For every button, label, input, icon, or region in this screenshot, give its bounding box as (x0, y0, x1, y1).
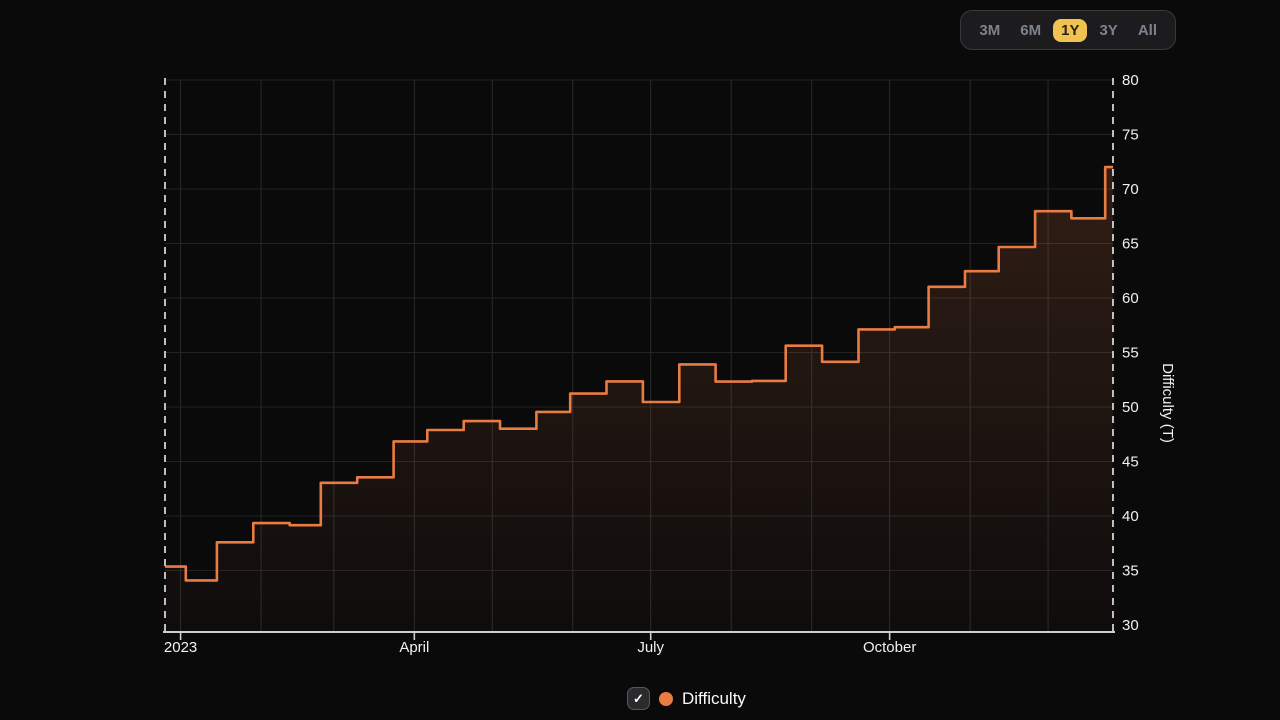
y-axis-label: 30 (1122, 617, 1139, 634)
x-axis-label: October (863, 639, 916, 656)
x-axis-label: 2023 (164, 639, 197, 656)
y-axis-label: 80 (1122, 72, 1139, 89)
checkmark-icon: ✓ (633, 692, 644, 705)
y-axis-label: 35 (1122, 563, 1139, 580)
legend-series-label[interactable]: Difficulty (682, 689, 746, 709)
y-axis-label: 50 (1122, 399, 1139, 416)
y-axis-label: 40 (1122, 508, 1139, 525)
y-axis-label: 75 (1122, 127, 1139, 144)
x-axis-label: July (637, 639, 664, 656)
y-axis-label: 55 (1122, 345, 1139, 362)
chart-legend: ✓ Difficulty (627, 687, 746, 710)
y-axis-label: 60 (1122, 290, 1139, 307)
difficulty-area-fill (165, 167, 1113, 631)
y-axis-label: 70 (1122, 181, 1139, 198)
difficulty-step-chart: 2023 April July October 30 35 40 45 50 55 60 65 70 75… (0, 0, 1280, 720)
legend-checkbox[interactable]: ✓ (627, 687, 650, 710)
y-axis-title: Difficulty (T) (1159, 363, 1176, 443)
y-axis-label: 45 (1122, 454, 1139, 471)
y-axis-label: 65 (1122, 236, 1139, 253)
x-axis-label: April (399, 639, 429, 656)
series-color-dot-icon (659, 692, 673, 706)
